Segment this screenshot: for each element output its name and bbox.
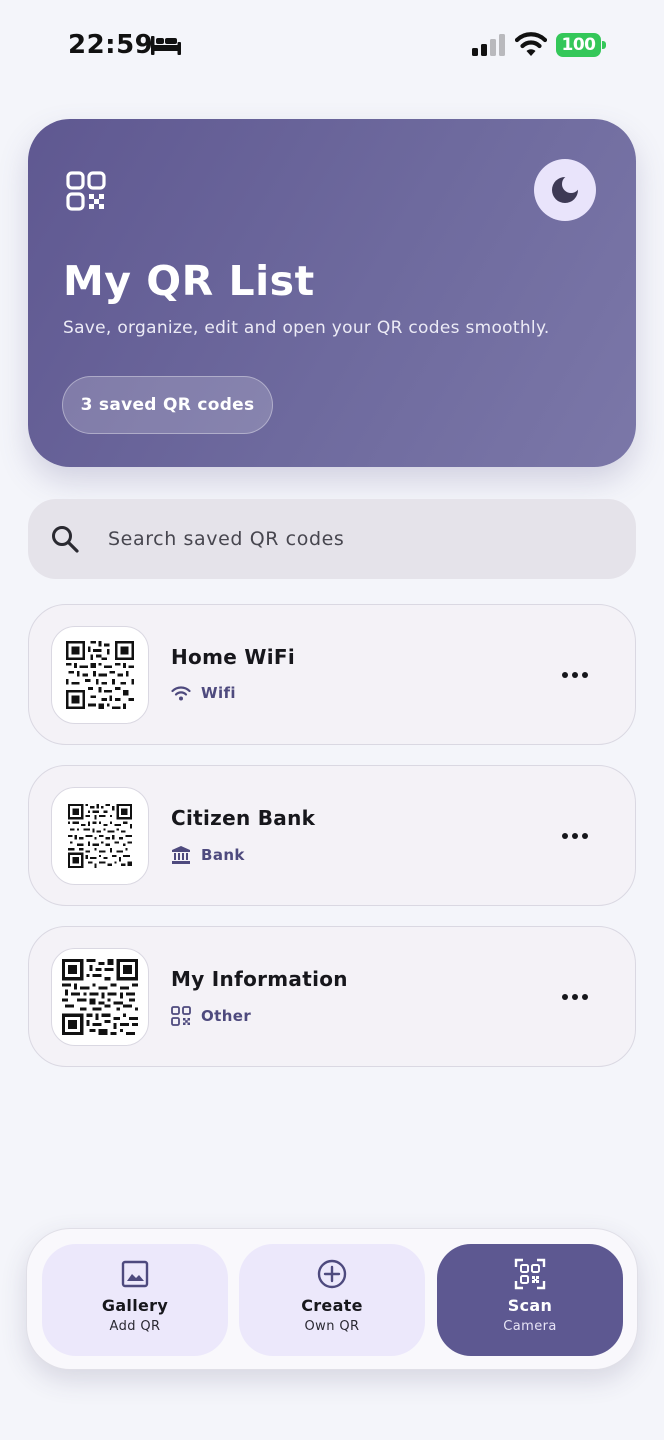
- battery-icon: 100: [556, 33, 606, 57]
- qr-type: Other: [171, 1006, 251, 1026]
- qr-code-image: [62, 959, 138, 1035]
- qr-thumbnail: [51, 787, 149, 885]
- scan-button[interactable]: Scan Camera: [437, 1244, 623, 1356]
- qr-name: Citizen Bank: [171, 806, 316, 830]
- scan-sublabel: Camera: [503, 1319, 557, 1334]
- gallery-label: Gallery: [101, 1296, 169, 1315]
- qr-list-item[interactable]: Home WiFi Wifi: [28, 604, 636, 745]
- page-subtitle: Save, organize, edit and open your QR co…: [63, 318, 550, 338]
- qr-type-label: Bank: [201, 846, 245, 864]
- qr-thumbnail: [51, 626, 149, 724]
- cellular-signal-icon: [472, 34, 505, 56]
- qr-list-item[interactable]: My Information Other: [28, 926, 636, 1067]
- qr-code-image: [66, 641, 134, 709]
- more-options-button[interactable]: [557, 822, 593, 850]
- search-input[interactable]: [108, 519, 608, 559]
- qr-name: My Information: [171, 967, 348, 991]
- qr-thumbnail: [51, 948, 149, 1046]
- search-bar[interactable]: [28, 499, 636, 579]
- plus-circle-icon: [317, 1259, 347, 1289]
- qr-scan-icon: [514, 1258, 546, 1290]
- moon-icon: [552, 175, 580, 203]
- qr-type: Bank: [171, 845, 245, 865]
- bank-icon: [172, 846, 190, 864]
- bed-icon: [151, 36, 181, 55]
- qr-code-icon: [171, 1006, 191, 1026]
- qr-list-item[interactable]: Citizen Bank Bank: [28, 765, 636, 906]
- qr-code-image: [68, 804, 132, 868]
- theme-toggle-button[interactable]: [534, 159, 596, 221]
- image-icon: [121, 1260, 149, 1288]
- qr-type: Wifi: [171, 684, 236, 702]
- create-button[interactable]: Create Own QR: [239, 1244, 425, 1356]
- search-icon: [52, 526, 79, 553]
- create-sublabel: Own QR: [304, 1319, 360, 1334]
- gallery-sublabel: Add QR: [109, 1319, 161, 1334]
- gallery-button[interactable]: Gallery Add QR: [42, 1244, 228, 1356]
- bottom-action-bar: Gallery Add QR Create Own QR Scan Camera: [26, 1228, 638, 1370]
- qr-name: Home WiFi: [171, 645, 295, 669]
- create-label: Create: [301, 1296, 363, 1315]
- status-bar: 22:59 100: [0, 0, 664, 90]
- qr-type-label: Other: [201, 1007, 252, 1025]
- scan-label: Scan: [507, 1296, 553, 1315]
- qr-type-label: Wifi: [201, 684, 236, 702]
- battery-level: 100: [556, 33, 601, 57]
- wifi-icon: [171, 686, 191, 701]
- hero-card: My QR List Save, organize, edit and open…: [28, 119, 636, 467]
- page-title: My QR List: [63, 257, 315, 305]
- qr-code-icon: [66, 171, 106, 211]
- status-time: 22:59: [68, 30, 154, 60]
- saved-count-badge: 3 saved QR codes: [62, 376, 273, 434]
- more-options-button[interactable]: [557, 983, 593, 1011]
- wifi-icon: [515, 32, 547, 56]
- more-options-button[interactable]: [557, 661, 593, 689]
